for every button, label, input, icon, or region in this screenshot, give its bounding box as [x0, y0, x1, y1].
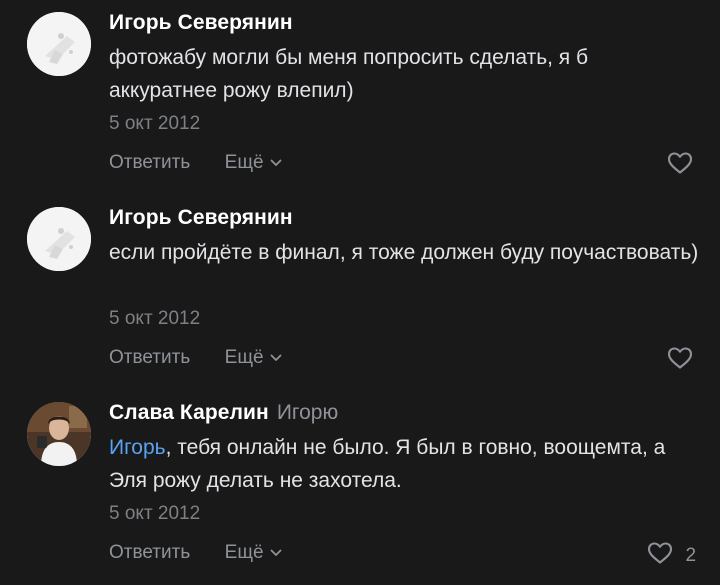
chevron-down-icon — [270, 349, 282, 367]
comment-actions: Ответить Ещё — [109, 542, 282, 568]
avatar[interactable] — [27, 402, 91, 466]
comment-body: , тебя онлайн не было. Я был в говно, во… — [109, 436, 666, 492]
avatar[interactable] — [27, 207, 91, 271]
avatar[interactable] — [27, 12, 91, 76]
reply-button[interactable]: Ответить — [109, 152, 190, 174]
more-label: Ещё — [224, 152, 264, 173]
heart-icon — [667, 151, 693, 180]
author-row: Игорь Северянин — [109, 206, 293, 234]
reply-to-label[interactable]: Игорю — [277, 401, 338, 424]
comment-date[interactable]: 5 окт 2012 — [109, 308, 200, 330]
chevron-down-icon — [270, 544, 282, 562]
author-row: Слава Карелин Игорю — [109, 401, 338, 429]
like-button[interactable] — [667, 346, 693, 372]
author-name[interactable]: Игорь Северянин — [109, 11, 293, 34]
chevron-down-icon — [270, 154, 282, 172]
comment-text: Игорь, тебя онлайн не было. Я был в говн… — [109, 431, 699, 497]
more-button[interactable]: Ещё — [225, 152, 282, 174]
more-button[interactable]: Ещё — [225, 347, 282, 369]
like-count: 2 — [685, 544, 697, 566]
like-button[interactable] — [667, 151, 693, 177]
comment-date[interactable]: 5 окт 2012 — [109, 503, 200, 525]
reply-button[interactable]: Ответить — [109, 542, 190, 564]
more-button[interactable]: Ещё — [225, 542, 282, 564]
author-name[interactable]: Игорь Северянин — [109, 206, 293, 229]
mention-link[interactable]: Игорь — [109, 436, 166, 459]
comment-actions: Ответить Ещё — [109, 152, 282, 178]
more-label: Ещё — [224, 542, 264, 563]
reply-button[interactable]: Ответить — [109, 347, 190, 369]
comment-actions: Ответить Ещё — [109, 347, 282, 373]
comment: Игорь Северянин если пройдёте в финал, я… — [0, 195, 720, 390]
comment-text: фотожабу могли бы меня попросить сделать… — [109, 46, 589, 102]
heart-icon — [647, 541, 673, 570]
comment: Игорь Северянин фотожабу могли бы меня п… — [0, 0, 720, 195]
more-label: Ещё — [224, 347, 264, 368]
author-name[interactable]: Слава Карелин — [109, 401, 269, 424]
comment-text: если пройдёте в финал, я тоже должен буд… — [109, 241, 699, 264]
heart-icon — [667, 346, 693, 375]
comment-date[interactable]: 5 окт 2012 — [109, 113, 200, 135]
author-row: Игорь Северянин — [109, 11, 293, 39]
like-button[interactable]: 2 — [647, 541, 696, 567]
comment: Слава Карелин Игорю Игорь, тебя онлайн не… — [0, 390, 720, 585]
